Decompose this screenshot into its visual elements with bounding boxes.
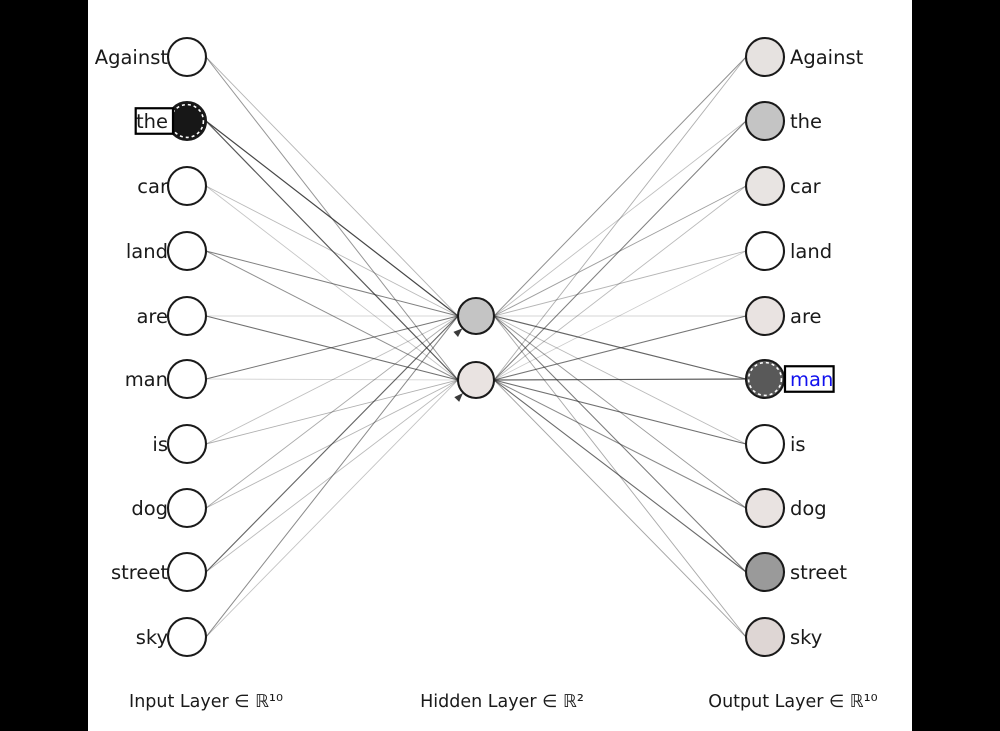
edges-input-to-hidden xyxy=(205,56,459,638)
caption-output-layer: Output Layer ∈ ℝ¹⁰ xyxy=(708,692,877,712)
edge-hidden-output xyxy=(493,315,747,638)
input-node-dog[interactable]: dog xyxy=(131,487,208,529)
node-circle[interactable] xyxy=(744,616,786,658)
node-circle[interactable] xyxy=(744,230,786,272)
input-node-man[interactable]: man xyxy=(125,358,208,400)
edge-input-hidden xyxy=(205,120,459,317)
node-label: land xyxy=(126,240,168,263)
node-label: the xyxy=(790,110,822,133)
output-node-is[interactable]: is xyxy=(744,423,806,465)
input-node-the[interactable]: the xyxy=(134,100,208,142)
neural-network-svg: Against the car land are man is dog street sky Ag… xyxy=(95,36,878,712)
node-label: are xyxy=(790,305,822,328)
node-label: Against xyxy=(95,46,169,69)
node-label: are xyxy=(136,305,168,328)
node-circle[interactable] xyxy=(744,295,786,337)
output-node-sky[interactable]: sky xyxy=(744,616,822,658)
node-circle[interactable] xyxy=(166,165,208,207)
node-label: land xyxy=(790,240,832,263)
output-node-against[interactable]: Against xyxy=(744,36,864,78)
edge-input-hidden xyxy=(205,250,459,317)
edge-hidden-output xyxy=(493,379,747,638)
edge-hidden-output xyxy=(493,315,747,509)
edge-hidden-output xyxy=(493,120,747,317)
node-circle[interactable] xyxy=(166,36,208,78)
edge-input-hidden xyxy=(205,250,459,381)
node-label: car xyxy=(137,175,169,198)
input-node-street[interactable]: street xyxy=(111,551,208,593)
node-circle[interactable] xyxy=(166,616,208,658)
output-node-man[interactable]: man xyxy=(744,358,835,400)
input-node-are[interactable]: are xyxy=(136,295,208,337)
node-label: street xyxy=(111,561,168,584)
node-label: dog xyxy=(131,497,168,520)
node-label: man xyxy=(790,368,833,391)
edge-input-hidden xyxy=(205,120,459,381)
edge-hidden-output xyxy=(493,185,747,381)
caption-input-layer: Input Layer ∈ ℝ¹⁰ xyxy=(129,692,283,712)
output-node-the[interactable]: the xyxy=(744,100,822,142)
node-circle[interactable] xyxy=(744,487,786,529)
node-circle[interactable] xyxy=(744,358,786,400)
node-label: man xyxy=(125,368,168,391)
node-circle[interactable] xyxy=(166,551,208,593)
input-node-sky[interactable]: sky xyxy=(136,616,208,658)
node-circle[interactable] xyxy=(744,165,786,207)
edge-input-hidden xyxy=(205,56,459,317)
hidden-layer-nodes xyxy=(456,296,496,400)
output-node-street[interactable]: street xyxy=(744,551,847,593)
edge-hidden-output xyxy=(493,250,747,317)
edge-input-hidden xyxy=(205,315,459,573)
node-label: Against xyxy=(790,46,864,69)
edge-hidden-output xyxy=(493,315,747,573)
node-label: car xyxy=(790,175,822,198)
edge-input-hidden xyxy=(205,185,459,317)
figure-stage: Against the car land are man is dog street sky Ag… xyxy=(0,0,1000,731)
node-label: dog xyxy=(790,497,827,520)
edge-hidden-output xyxy=(493,185,747,317)
edge-input-hidden xyxy=(205,379,459,638)
node-label: is xyxy=(790,433,806,456)
node-circle[interactable] xyxy=(744,36,786,78)
edges-hidden-to-output xyxy=(493,56,747,638)
hidden-node-h1[interactable] xyxy=(456,296,496,336)
input-node-against[interactable]: Against xyxy=(95,36,208,78)
node-circle[interactable] xyxy=(166,423,208,465)
node-circle[interactable] xyxy=(456,296,496,336)
node-label: the xyxy=(136,110,168,133)
node-circle[interactable] xyxy=(166,487,208,529)
node-label: street xyxy=(790,561,847,584)
edge-input-hidden xyxy=(205,315,459,638)
node-circle[interactable] xyxy=(744,100,786,142)
node-circle[interactable] xyxy=(166,358,208,400)
edge-hidden-output xyxy=(493,56,747,317)
node-circle[interactable] xyxy=(744,423,786,465)
hidden-node-h2[interactable] xyxy=(456,360,496,400)
output-node-land[interactable]: land xyxy=(744,230,832,272)
node-circle[interactable] xyxy=(166,230,208,272)
output-node-dog[interactable]: dog xyxy=(744,487,827,529)
node-label: sky xyxy=(136,626,168,649)
caption-hidden-layer: Hidden Layer ∈ ℝ² xyxy=(420,692,584,712)
input-node-land[interactable]: land xyxy=(126,230,208,272)
input-node-car[interactable]: car xyxy=(137,165,208,207)
layer-captions: Input Layer ∈ ℝ¹⁰ Hidden Layer ∈ ℝ² Output… xyxy=(129,692,878,712)
input-node-is[interactable]: is xyxy=(152,423,208,465)
input-layer-nodes: Against the car land are man is dog street sky xyxy=(95,36,208,658)
edge-input-hidden xyxy=(205,315,459,509)
node-circle[interactable] xyxy=(166,295,208,337)
output-node-car[interactable]: car xyxy=(744,165,822,207)
node-circle[interactable] xyxy=(744,551,786,593)
edge-hidden-output xyxy=(493,250,747,381)
output-layer-nodes: Against the car land are man is dog street sky xyxy=(744,36,864,658)
output-node-are[interactable]: are xyxy=(744,295,822,337)
node-label: is xyxy=(152,433,168,456)
node-circle[interactable] xyxy=(456,360,496,400)
node-label: sky xyxy=(790,626,822,649)
